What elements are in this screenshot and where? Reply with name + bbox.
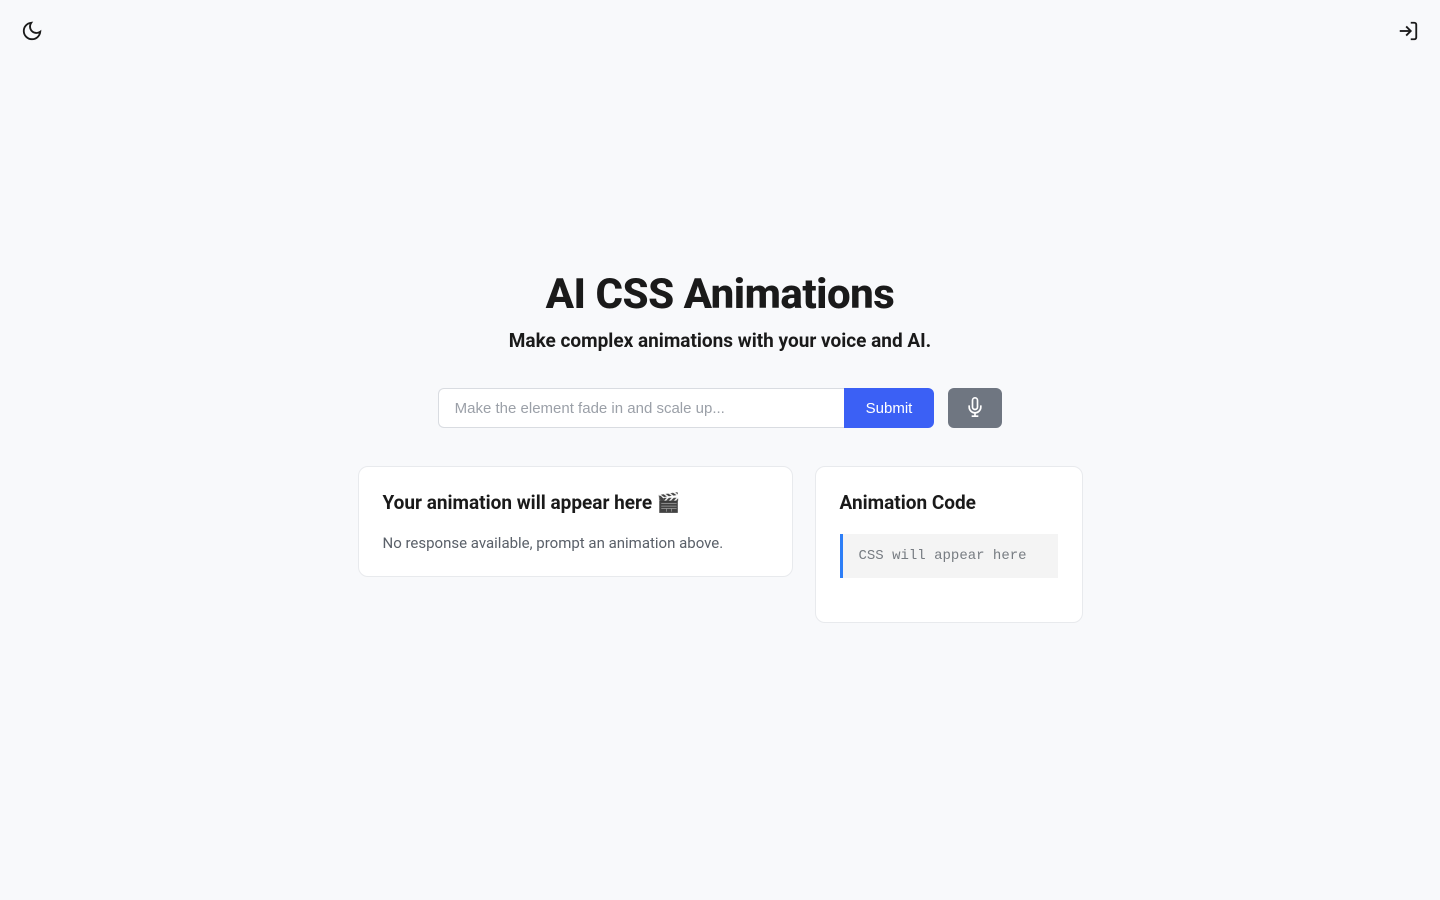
code-panel-title: Animation Code	[840, 491, 1058, 514]
submit-button[interactable]: Submit	[844, 388, 935, 428]
animation-code-panel: Animation Code CSS will appear here	[815, 466, 1083, 623]
panels-container: Your animation will appear here 🎬 No res…	[358, 466, 1083, 623]
preview-panel-title: Your animation will appear here 🎬	[383, 491, 768, 514]
theme-toggle-button[interactable]	[20, 20, 44, 44]
mic-icon	[965, 397, 985, 420]
mic-button[interactable]	[948, 388, 1002, 428]
moon-icon	[21, 20, 43, 45]
code-placeholder: CSS will appear here	[840, 534, 1058, 578]
page-title: AI CSS Animations	[546, 270, 895, 319]
prompt-row: Submit	[438, 388, 1003, 428]
prompt-input-group: Submit	[438, 388, 935, 428]
animation-preview-panel: Your animation will appear here 🎬 No res…	[358, 466, 793, 577]
prompt-input[interactable]	[438, 388, 844, 428]
login-button[interactable]	[1396, 20, 1420, 44]
login-icon	[1397, 20, 1419, 45]
preview-empty-text: No response available, prompt an animati…	[383, 534, 768, 552]
page-subtitle: Make complex animations with your voice …	[509, 329, 931, 352]
